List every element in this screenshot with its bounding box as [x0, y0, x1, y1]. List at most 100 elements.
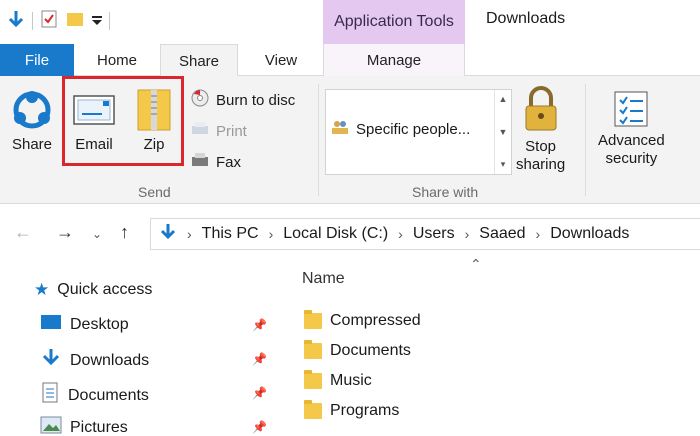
- folder-icon: [304, 370, 322, 389]
- back-arrow-icon[interactable]: ←: [14, 222, 32, 243]
- advanced-security-label-line2: security: [605, 150, 658, 167]
- print-button[interactable]: Print: [190, 120, 247, 142]
- expand-icon[interactable]: ▾: [501, 159, 506, 170]
- list-item[interactable]: Compressed: [304, 310, 421, 330]
- breadcrumb-this-pc[interactable]: This PC: [202, 225, 259, 243]
- stop-sharing-label-line1: Stop: [525, 138, 557, 155]
- star-icon: ★: [34, 280, 50, 299]
- pin-icon[interactable]: 📌: [252, 318, 267, 332]
- nav-pictures-label: Pictures: [70, 418, 128, 436]
- nav-quick-access-label: Quick access: [57, 281, 153, 298]
- properties-icon[interactable]: [39, 9, 59, 34]
- pin-icon[interactable]: 📌: [252, 386, 267, 400]
- list-item-label: Programs: [330, 402, 400, 419]
- burn-to-disc-button[interactable]: Burn to disc: [190, 88, 295, 112]
- column-header-name[interactable]: Name: [302, 270, 345, 288]
- folder-icon: [304, 400, 322, 419]
- application-tools-header: Application Tools: [323, 0, 465, 44]
- title-bar: Application Tools Downloads: [0, 0, 700, 44]
- tab-share[interactable]: Share: [160, 44, 238, 77]
- nav-downloads[interactable]: Downloads: [40, 348, 149, 373]
- tab-view[interactable]: View: [244, 44, 318, 76]
- share-with-list[interactable]: Specific people... ▲ ▼ ▾: [325, 89, 512, 175]
- breadcrumb-separator-icon[interactable]: ›: [465, 226, 470, 242]
- list-item[interactable]: Programs: [304, 400, 400, 420]
- fax-label: Fax: [216, 153, 242, 171]
- new-folder-icon[interactable]: [65, 9, 85, 34]
- list-item-label: Compressed: [330, 312, 421, 329]
- people-icon: [330, 118, 350, 140]
- nav-documents-label: Documents: [68, 386, 149, 404]
- breadcrumb-downloads[interactable]: Downloads: [550, 225, 629, 243]
- breadcrumb-saaed[interactable]: Saaed: [479, 225, 525, 243]
- list-item-label: Music: [330, 372, 372, 389]
- security-checklist-icon: [611, 90, 651, 132]
- print-label: Print: [216, 122, 247, 140]
- documents-icon: [40, 382, 60, 409]
- advanced-security-label-line1: Advanced: [598, 132, 665, 149]
- recent-locations-chevron-icon[interactable]: ⌄: [92, 227, 102, 241]
- share-icon: [10, 88, 54, 136]
- list-item-label: Documents: [330, 342, 411, 359]
- pin-icon[interactable]: 📌: [252, 420, 267, 434]
- nav-documents[interactable]: Documents: [40, 382, 149, 409]
- printer-icon: [190, 120, 210, 142]
- nav-pictures[interactable]: Pictures: [40, 416, 128, 436]
- breadcrumb-separator-icon[interactable]: ›: [269, 226, 274, 242]
- fax-icon: [190, 151, 210, 173]
- pictures-icon: [40, 416, 62, 436]
- stop-sharing-label-line2: sharing: [516, 156, 566, 173]
- up-arrow-icon[interactable]: ↑: [120, 222, 129, 243]
- breadcrumb-local-disk[interactable]: Local Disk (C:): [283, 225, 388, 243]
- pin-icon[interactable]: 📌: [252, 352, 267, 366]
- nav-desktop-label: Desktop: [70, 315, 129, 333]
- address-bar[interactable]: › This PC › Local Disk (C:) › Users › Sa…: [150, 218, 700, 250]
- tab-manage[interactable]: Manage: [323, 44, 465, 76]
- quick-access-toolbar: [6, 6, 110, 36]
- group-separator: [585, 84, 586, 196]
- send-group-label: Send: [138, 184, 171, 200]
- nav-quick-access[interactable]: ★ Quick access: [34, 280, 152, 300]
- sort-ascending-icon: ⌃: [470, 256, 482, 272]
- tab-home[interactable]: Home: [80, 44, 154, 76]
- downloads-icon: [40, 348, 62, 373]
- folder-icon: [304, 310, 322, 329]
- email-zip-highlight: [62, 76, 184, 166]
- list-item[interactable]: Music: [304, 370, 372, 390]
- disc-icon: [190, 88, 210, 112]
- breadcrumb-separator-icon[interactable]: ›: [536, 226, 541, 242]
- breadcrumb-separator-icon[interactable]: ›: [187, 226, 192, 242]
- navigation-pane: ★ Quick access Desktop 📌 Downloads 📌 Doc…: [0, 262, 280, 436]
- breadcrumb-separator-icon[interactable]: ›: [398, 226, 403, 242]
- customize-toolbar-icon[interactable]: [91, 9, 103, 34]
- scroll-up-icon[interactable]: ▲: [499, 94, 508, 104]
- group-separator: [318, 84, 319, 196]
- share-list-scrollbar[interactable]: ▲ ▼ ▾: [494, 90, 511, 174]
- toolbar-separator: [32, 12, 33, 30]
- ribbon-tabs: File Home Share View Manage: [0, 44, 700, 77]
- down-arrow-icon[interactable]: [6, 9, 26, 34]
- stop-sharing-button[interactable]: Stop sharing: [516, 84, 565, 174]
- burn-to-disc-label: Burn to disc: [216, 91, 296, 109]
- tab-file[interactable]: File: [0, 44, 74, 76]
- folder-icon: [304, 340, 322, 359]
- forward-arrow-icon[interactable]: →: [56, 222, 74, 243]
- scroll-down-icon[interactable]: ▼: [499, 127, 508, 137]
- navigation-bar: ← → ⌄ ↑ › This PC › Local Disk (C:) › Us…: [0, 212, 700, 256]
- file-list: ⌃ Name Compressed Documents Music Progra…: [290, 256, 700, 436]
- toolbar-separator: [109, 12, 110, 30]
- list-item[interactable]: Documents: [304, 340, 411, 360]
- lock-icon: [521, 84, 561, 138]
- window-title: Downloads: [486, 10, 566, 27]
- nav-downloads-label: Downloads: [70, 351, 150, 369]
- fax-button[interactable]: Fax: [190, 151, 241, 173]
- desktop-icon: [40, 314, 62, 335]
- downloads-location-icon: [159, 222, 177, 247]
- nav-desktop[interactable]: Desktop: [40, 314, 129, 335]
- breadcrumb-users[interactable]: Users: [413, 225, 455, 243]
- share-label: Share: [11, 136, 53, 153]
- share-button[interactable]: Share: [10, 88, 54, 154]
- specific-people-item[interactable]: Specific people...: [330, 118, 470, 140]
- specific-people-label: Specific people...: [356, 120, 471, 138]
- advanced-security-button[interactable]: Advanced security: [598, 90, 665, 168]
